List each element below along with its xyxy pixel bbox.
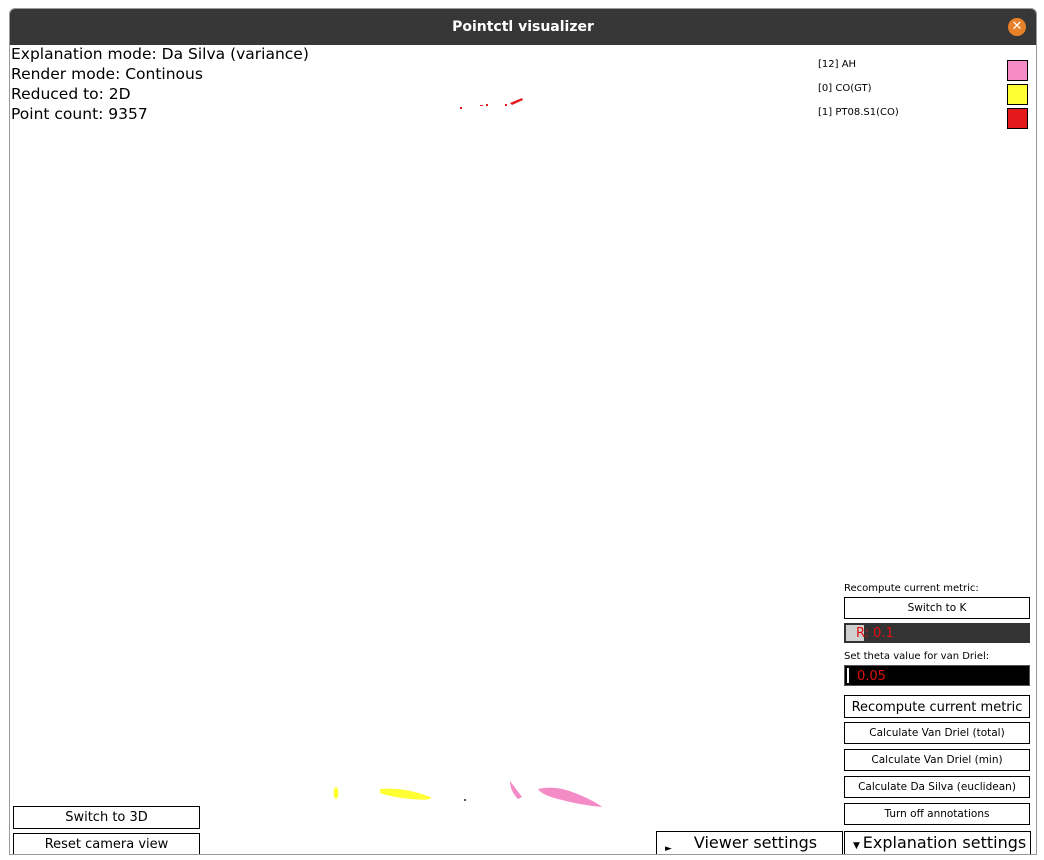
cluster-yellow [333,787,431,800]
explanation-settings-label: Explanation settings [862,833,1027,852]
recompute-header: Recompute current metric: [844,583,979,594]
reset-camera-button[interactable]: Reset camera view [13,833,200,854]
switch-to-3d-button[interactable]: Switch to 3D [13,806,200,829]
turn-off-annotations-button[interactable]: Turn off annotations [844,803,1030,825]
theta-input-value: 0.05 [857,669,886,684]
r-slider-value: R: 0.1 [856,626,894,641]
viewer-settings-label: Viewer settings [693,833,818,852]
cluster-pink [510,781,602,807]
theta-label: Set theta value for van Driel: [844,651,990,662]
title-bar: Pointctl visualizer ✕ [10,9,1036,45]
cluster-dark [464,799,466,801]
switch-to-k-button[interactable]: Switch to K [844,597,1030,619]
triangle-right-icon: ► [665,844,672,854]
text-cursor [847,668,849,683]
app-window: Pointctl visualizer ✕ Explanation mode: … [9,8,1037,855]
window-title: Pointctl visualizer [452,19,594,35]
close-icon[interactable]: ✕ [1008,18,1026,36]
calc-da-silva-button[interactable]: Calculate Da Silva (euclidean) [844,776,1030,798]
triangle-down-icon: ▼ [853,841,860,851]
calc-van-driel-min-button[interactable]: Calculate Van Driel (min) [844,749,1030,771]
cluster-red [460,98,523,109]
plot-canvas[interactable]: Explanation mode: Da Silva (variance) Re… [10,45,1036,854]
r-slider[interactable]: R: 0.1 [844,623,1030,643]
calc-van-driel-total-button[interactable]: Calculate Van Driel (total) [844,722,1030,744]
explanation-settings-header[interactable]: ▼ Explanation settings [844,831,1031,854]
recompute-metric-button[interactable]: Recompute current metric [844,695,1030,718]
viewer-settings-header[interactable]: ► Viewer settings [656,831,843,854]
theta-input[interactable]: 0.05 [844,665,1030,686]
